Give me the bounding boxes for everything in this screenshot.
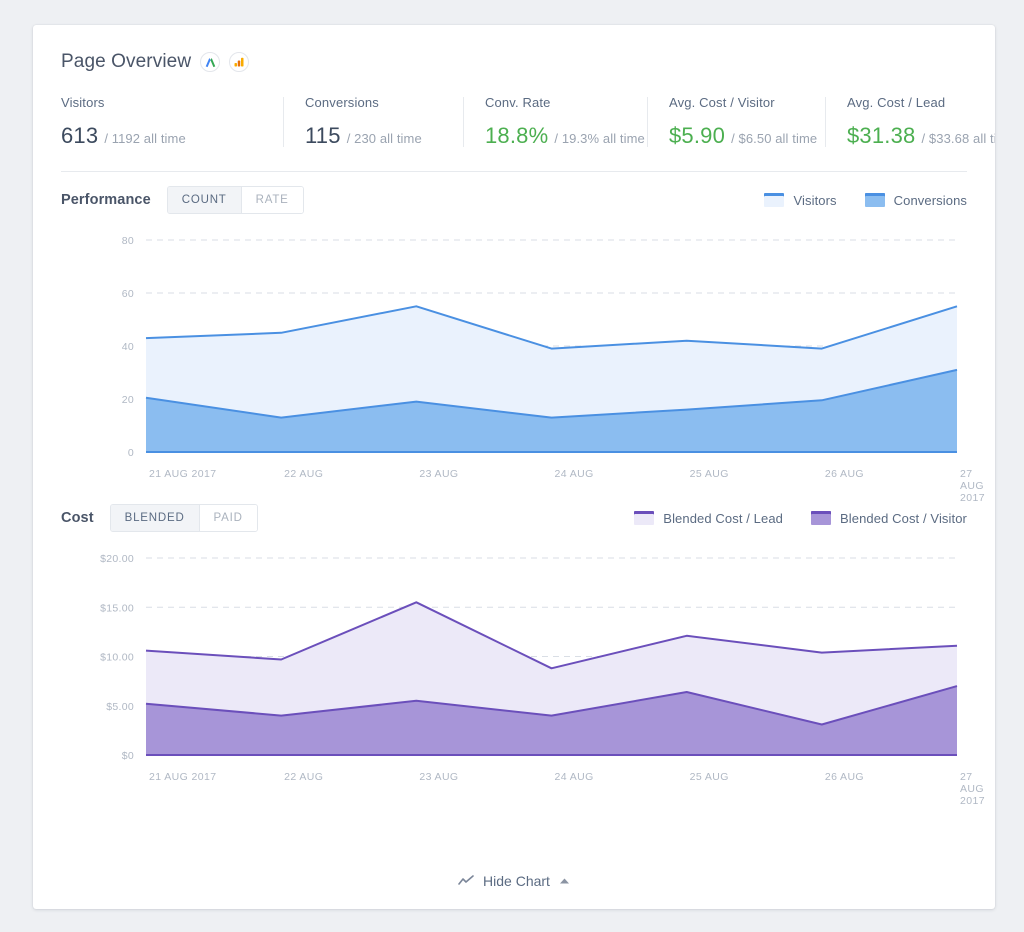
metric-subvalue: / $33.68 all time [922,131,996,146]
metric-value-row: $5.90 / $6.50 all time [669,123,807,149]
legend-label: Blended Cost / Lead [663,511,783,526]
metric-value: $31.38 [847,123,916,149]
performance-toggle[interactable]: COUNT RATE [167,186,304,214]
cost-legend: Blended Cost / Lead Blended Cost / Visit… [634,511,967,526]
y-tick-label: $0 [122,750,134,762]
metric-visitors: Visitors 613 / 1192 all time [61,95,283,149]
metric-subvalue: / $6.50 all time [731,131,817,146]
legend-item-visitors[interactable]: Visitors [764,193,836,208]
metric-subvalue: / 1192 all time [104,131,185,146]
x-tick-label: 26 AUG [825,468,864,480]
cost-title: Cost [61,510,94,526]
x-tick-label: 24 AUG [555,468,594,480]
legend-swatch-blended-cost-visitor [811,511,831,525]
metric-label: Conv. Rate [485,95,629,110]
metric-label: Conversions [305,95,445,110]
metric-value-row: 18.8% / 19.3% all time [485,123,629,149]
legend-item-blended-cost-visitor[interactable]: Blended Cost / Visitor [811,511,967,526]
performance-title: Performance [61,192,151,208]
x-tick-label: 21 AUG 2017 [149,468,216,480]
cost-header: Cost BLENDED PAID Blended Cost / Lead Bl… [61,490,967,546]
cost-toggle-blended[interactable]: BLENDED [111,505,199,531]
x-tick-label: 23 AUG [419,771,458,783]
metric-value: 115 [305,123,341,149]
legend-label: Visitors [793,193,836,208]
legend-swatch-visitors [764,193,784,207]
y-tick-label: $20.00 [100,553,134,565]
hide-chart-button[interactable]: Hide Chart [452,872,576,890]
performance-toggle-count[interactable]: COUNT [168,187,241,213]
y-tick-label: 0 [128,447,134,459]
y-tick-label: 40 [122,341,134,353]
metric-value: 613 [61,123,98,149]
y-tick-label: $15.00 [100,602,134,614]
line-chart-icon [458,875,474,887]
x-tick-label: 25 AUG [690,468,729,480]
card-header: Page Overview [33,25,995,172]
metric-avg-cost-lead: Avg. Cost / Lead $31.38 / $33.68 all tim… [825,95,995,149]
performance-x-axis: 21 AUG 2017 22 AUG 23 AUG 24 AUG 25 AUG 26 AU… [61,468,967,490]
y-tick-label: 60 [122,288,134,300]
y-tick-label: 20 [122,394,134,406]
legend-swatch-conversions [865,193,885,207]
page-overview-card: Page Overview [33,25,995,909]
metric-label: Visitors [61,95,265,110]
x-tick-label: 27 AUG 2017 [960,771,985,807]
metrics-row: Visitors 613 / 1192 all time Conversions… [61,95,967,172]
hide-chart-label: Hide Chart [483,873,550,889]
x-tick-label: 27 AUG 2017 [960,468,985,504]
metric-value: $5.90 [669,123,725,149]
metric-label: Avg. Cost / Lead [847,95,995,110]
metric-value-row: $31.38 / $33.68 all time [847,123,995,149]
performance-toggle-rate[interactable]: RATE [241,187,303,213]
legend-item-conversions[interactable]: Conversions [865,193,967,208]
legend-swatch-blended-cost-lead [634,511,654,525]
cost-section: Cost BLENDED PAID Blended Cost / Lead Bl… [33,490,995,793]
x-tick-label: 24 AUG [555,771,594,783]
metric-value-row: 613 / 1192 all time [61,123,265,149]
metric-conv-rate: Conv. Rate 18.8% / 19.3% all time [463,95,647,149]
performance-legend: Visitors Conversions [764,193,967,208]
y-tick-label: 80 [122,235,134,247]
metric-value: 18.8% [485,123,548,149]
page-background: Page Overview [0,0,1024,932]
google-ads-icon[interactable] [200,52,220,72]
x-tick-label: 23 AUG [419,468,458,480]
metric-avg-cost-visitor: Avg. Cost / Visitor $5.90 / $6.50 all ti… [647,95,825,149]
metric-label: Avg. Cost / Visitor [669,95,807,110]
title-row: Page Overview [61,51,967,73]
metric-subvalue: / 19.3% all time [554,131,644,146]
cost-x-axis: 21 AUG 2017 22 AUG 23 AUG 24 AUG 25 AUG 26 AU… [61,771,967,793]
cost-chart[interactable]: $0 $5.00 $10.00 $15.00 $20.00 21 AUG 2017 22 … [61,546,967,793]
performance-chart[interactable]: 020406080 21 AUG 201722 AUG23 AUG24 AUG2… [61,228,967,490]
google-analytics-icon[interactable] [229,52,249,72]
legend-item-blended-cost-lead[interactable]: Blended Cost / Lead [634,511,783,526]
y-tick-label: $5.00 [106,701,134,713]
x-tick-label: 25 AUG [690,771,729,783]
cost-chart-canvas: $0 $5.00 $10.00 $15.00 $20.00 [61,546,967,771]
legend-label: Blended Cost / Visitor [840,511,967,526]
chevron-up-icon [559,877,570,885]
x-tick-label: 22 AUG [284,771,323,783]
cost-toggle[interactable]: BLENDED PAID [110,504,258,532]
page-title: Page Overview [61,51,191,73]
x-tick-label: 22 AUG [284,468,323,480]
card-footer: Hide Chart [33,853,995,909]
performance-chart-canvas: 0 20 40 60 80 [61,228,967,468]
legend-label: Conversions [894,193,967,208]
performance-header: Performance COUNT RATE Visitors Conversi… [61,172,967,228]
x-tick-label: 26 AUG [825,771,864,783]
performance-section: Performance COUNT RATE Visitors Conversi… [33,172,995,490]
x-tick-label: 21 AUG 2017 [149,771,216,783]
metric-value-row: 115 / 230 all time [305,123,445,149]
cost-toggle-paid[interactable]: PAID [199,505,257,531]
y-tick-label: $10.00 [100,652,134,664]
metric-conversions: Conversions 115 / 230 all time [283,95,463,149]
metric-subvalue: / 230 all time [347,131,422,146]
